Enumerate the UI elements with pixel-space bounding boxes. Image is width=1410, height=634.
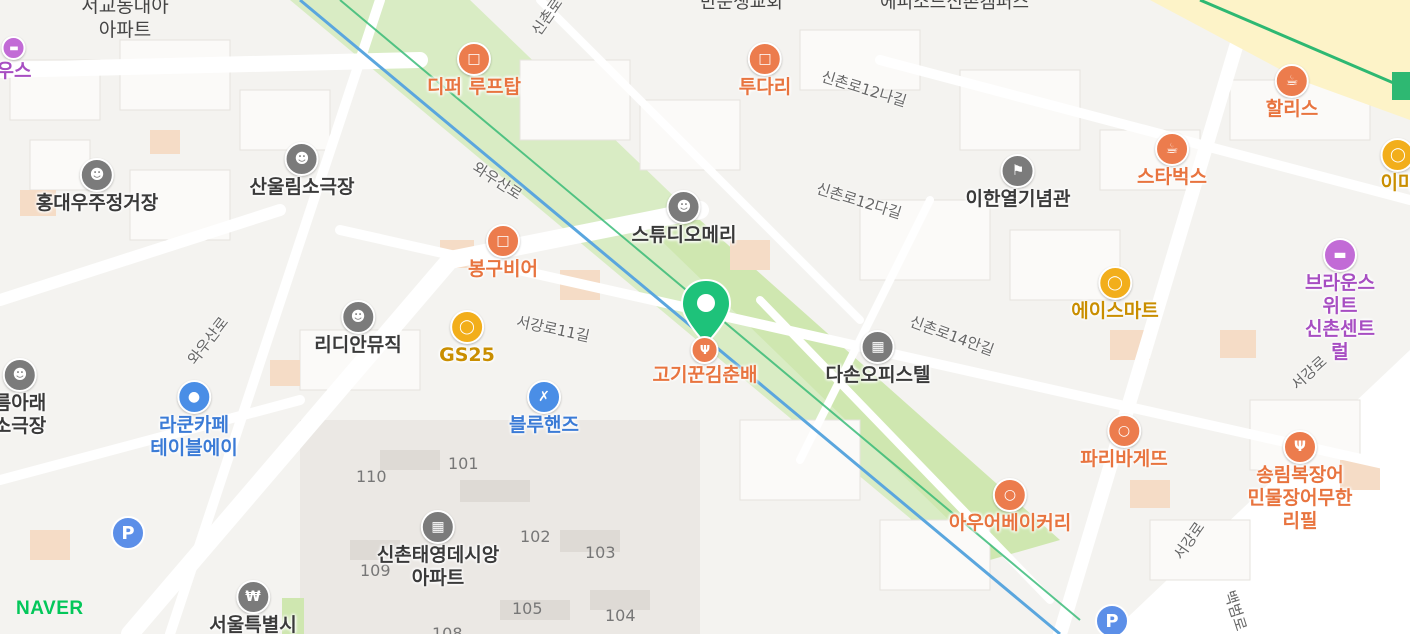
poi-label: 우스 [0, 60, 32, 82]
flag-icon: ⚑ [1000, 154, 1035, 188]
poi-label: 투다리 [738, 76, 792, 98]
building-number: 103 [585, 543, 616, 562]
building-number: 110 [356, 467, 387, 486]
poi-brown-suite[interactable]: ▬ 브라운스위트 신촌센트럴 [1305, 238, 1375, 364]
poi-ace-mart[interactable]: ◯ 에이스마트 [1071, 266, 1159, 323]
poi-lydian-music[interactable]: ☻ 리디안뮤직 [314, 300, 402, 357]
poi-label: 스튜디오메리 [631, 224, 737, 246]
poi-areumarae[interactable]: ☻ 름아래 소극장 [0, 358, 46, 438]
theater-icon: ☻ [341, 300, 375, 334]
poi-gs25[interactable]: ◯ GS25 [439, 310, 495, 367]
selected-place-label: 고기꾼김춘배 [652, 364, 758, 386]
coffee-icon: ☕ [1274, 64, 1309, 98]
poi-leehanyeol-memorial[interactable]: ⚑ 이한열기념관 [965, 154, 1071, 211]
money-icon: ₩ [236, 580, 270, 614]
poi-label: 할리스 [1265, 98, 1319, 120]
poi-label: 스타벅스 [1137, 166, 1207, 188]
poi-lacoon-cafe[interactable]: ● 라쿤카페 테이블에이 [150, 380, 238, 460]
bed-icon: ▬ [2, 36, 26, 60]
poi-label: 에이스마트 [1071, 300, 1159, 322]
poi-label: 이마 [1380, 172, 1410, 194]
basket-icon: ◯ [449, 310, 484, 344]
bed-icon: ▬ [1323, 238, 1357, 272]
poi-hollys[interactable]: ☕ 할리스 [1266, 64, 1318, 121]
theater-icon: ☻ [80, 158, 114, 192]
poi-seoul-special[interactable]: ₩ 서울특별시 [209, 580, 297, 634]
building-number: 108 [432, 624, 463, 634]
poi-label: 아우어베이커리 [948, 512, 1072, 534]
poi-tudari[interactable]: □ 투다리 [739, 42, 791, 99]
map-canvas[interactable]: 서교동대아 아파트 반준생교회 에피소드신촌캠퍼스 와우산로 와우산로 신촌로1… [0, 0, 1410, 634]
theater-icon: ☻ [2, 358, 37, 392]
poi-label: 다손오피스텔 [825, 364, 931, 386]
poi-label: 홍대우주정거장 [35, 192, 159, 214]
label-top-cut-church: 반준생교회 [700, 0, 783, 13]
building-number: 104 [605, 606, 636, 625]
poi-studio-mary[interactable]: ☻ 스튜디오메리 [631, 190, 737, 247]
building-number: 102 [520, 527, 551, 546]
coffee-icon: ☕ [1154, 132, 1189, 166]
poi-bonggu-beer[interactable]: □ 봉구비어 [468, 224, 538, 281]
poi-dipper-rooftop[interactable]: □ 디퍼 루프탑 [427, 42, 521, 99]
poi-hongdae-space[interactable]: ☻ 홍대우주정거장 [36, 158, 158, 215]
poi-taeyoung-apartment[interactable]: ▦ 신촌태영데시앙 아파트 [377, 510, 499, 590]
cart-icon: ◯ [1381, 138, 1410, 172]
poi-label: 디퍼 루프탑 [426, 76, 522, 98]
building-icon: ▦ [860, 330, 895, 364]
label-seogyo-apartment: 서교동대아 아파트 [81, 0, 169, 41]
beer-icon: □ [485, 224, 520, 258]
poi-label: 름아래 소극장 [0, 392, 47, 437]
basket-icon: ◯ [1098, 266, 1132, 300]
poi-label: 신촌태영데시앙 아파트 [376, 544, 500, 589]
poi-label: 블루핸즈 [509, 414, 579, 436]
poi-label: 봉구비어 [468, 258, 538, 280]
poi-label: 리디안뮤직 [314, 334, 402, 356]
building-number: 105 [512, 599, 543, 618]
poi-label: 이한열기념관 [965, 188, 1071, 210]
poi-sanullim[interactable]: ☻ 산울림소극장 [249, 142, 355, 199]
theater-icon: ☻ [666, 190, 701, 224]
poi-our-bakery[interactable]: ○ 아우어베이커리 [949, 478, 1071, 535]
poi-selected-place[interactable]: Ψ 고기꾼김춘배 [652, 336, 758, 387]
building-icon: ▦ [421, 510, 455, 544]
bakery-icon: ○ [993, 478, 1027, 512]
poi-label: 서울특별시 [209, 614, 297, 634]
theater-icon: ☻ [284, 142, 319, 176]
map-scale-bar [1292, 612, 1388, 614]
building-number: 101 [448, 454, 479, 473]
poi-blue-hands[interactable]: ✗ 블루핸즈 [509, 380, 579, 437]
poi-starbucks[interactable]: ☕ 스타벅스 [1137, 132, 1207, 189]
restaurant-icon: Ψ [690, 336, 719, 364]
parking-icon[interactable]: P [1095, 604, 1129, 634]
poi-edge-left[interactable]: ▬ 우스 [0, 36, 31, 83]
beer-icon: □ [747, 42, 782, 76]
parking-icon[interactable]: P [111, 516, 145, 550]
poi-label: 산울림소극장 [249, 176, 355, 198]
bakery-icon: ○ [1107, 414, 1141, 448]
restaurant-icon: Ψ [1283, 430, 1317, 464]
poi-label: 브라운스위트 신촌센트럴 [1305, 272, 1375, 363]
poi-label: 파리바게뜨 [1080, 448, 1168, 470]
beer-icon: □ [456, 42, 491, 76]
poi-songrim[interactable]: Ψ 송림복장어 민물장어무한리필 [1245, 430, 1355, 533]
poi-paris-baguette[interactable]: ○ 파리바게뜨 [1080, 414, 1168, 471]
poi-dason-officetel[interactable]: ▦ 다손오피스텔 [825, 330, 931, 387]
animal-icon: ● [177, 380, 211, 414]
poi-emart[interactable]: ◯ 이마 [1381, 138, 1410, 195]
label-top-cut-episode: 에피소드신촌캠퍼스 [880, 0, 1030, 13]
poi-label: 송림복장어 민물장어무한리필 [1247, 464, 1353, 532]
wrench-icon: ✗ [526, 380, 561, 414]
poi-label: 라쿤카페 테이블에이 [150, 414, 238, 459]
naver-logo: NAVER [16, 598, 84, 619]
poi-label: GS25 [439, 344, 495, 366]
